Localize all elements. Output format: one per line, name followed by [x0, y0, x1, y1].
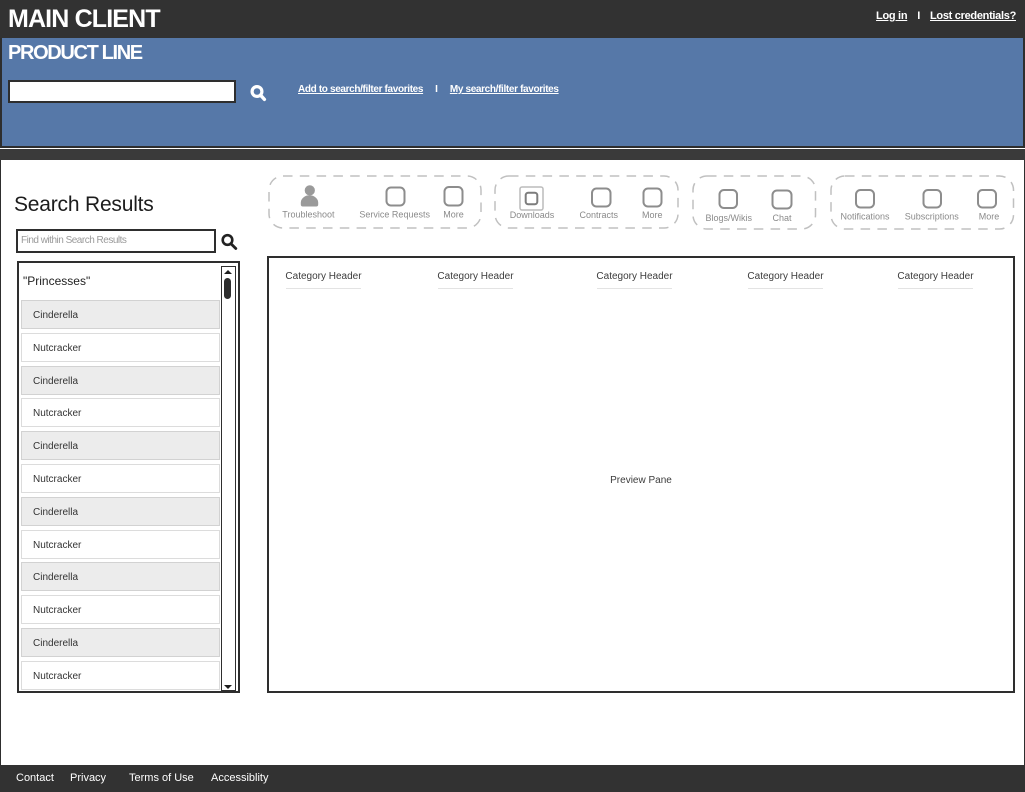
svg-text:More: More	[443, 209, 464, 219]
svg-text:Chat: Chat	[772, 213, 792, 223]
svg-text:Service Requests: Service Requests	[359, 209, 430, 219]
svg-text:Blogs/Wikis: Blogs/Wikis	[706, 213, 753, 223]
svg-text:More: More	[642, 210, 663, 220]
svg-text:Notifications: Notifications	[840, 212, 890, 222]
svg-text:More: More	[979, 212, 1000, 222]
svg-text:Downloads: Downloads	[510, 210, 555, 220]
svg-text:Subscriptions: Subscriptions	[905, 212, 960, 222]
svg-text:Troubleshoot: Troubleshoot	[282, 209, 335, 219]
svg-text:Contracts: Contracts	[580, 210, 619, 220]
